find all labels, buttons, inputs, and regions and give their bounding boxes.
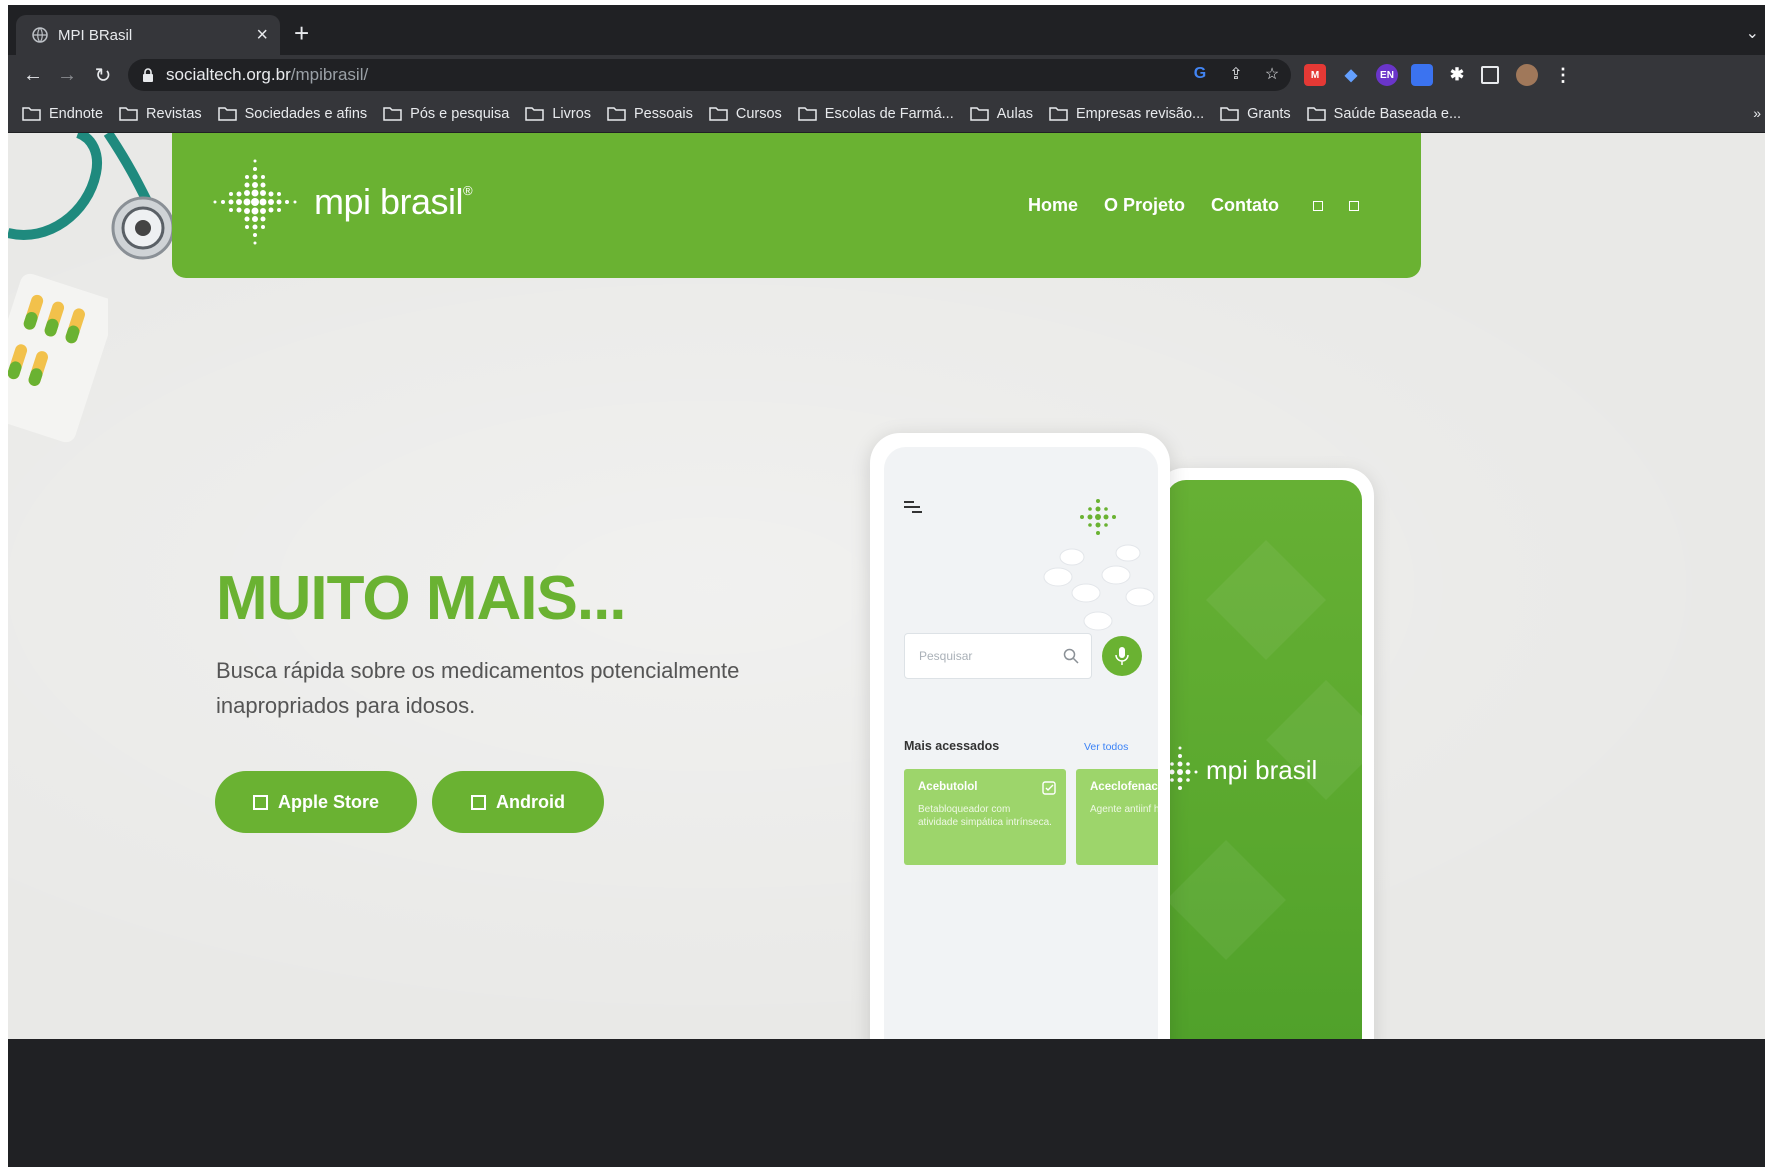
extension-red-icon[interactable]: M — [1304, 64, 1326, 86]
splash-logo: mpi brasil — [1166, 742, 1317, 798]
folder-icon — [383, 107, 402, 121]
stethoscope-image — [8, 133, 175, 260]
folder-icon — [217, 107, 237, 121]
extensions-puzzle-icon[interactable]: ✱ — [1446, 64, 1468, 86]
bookmark-item[interactable]: Grants — [1220, 106, 1291, 122]
folder-icon — [22, 107, 41, 121]
drug-card-desc: Agente antiinf hormonal(AIN — [1090, 804, 1158, 815]
folder-icon — [709, 107, 728, 121]
bookmark-item[interactable]: Empresas revisão... — [1049, 106, 1204, 122]
apple-store-button[interactable]: Apple Store — [215, 771, 417, 833]
extension-blue-icon[interactable] — [1411, 64, 1433, 86]
site-logo[interactable]: mpi brasil ® — [210, 155, 473, 249]
cross-dots-logo-icon — [1169, 746, 1198, 790]
more-bookmarks-button[interactable]: » — [1753, 105, 1761, 121]
bookmark-item[interactable]: Aulas — [969, 106, 1033, 122]
search-icon[interactable] — [1063, 648, 1079, 664]
checkbox-icon[interactable] — [1042, 781, 1056, 795]
bookmark-item[interactable]: Pessoais — [607, 106, 693, 122]
new-tab-button[interactable]: + — [294, 20, 309, 46]
profile-avatar[interactable] — [1516, 64, 1538, 86]
share-icon[interactable]: ⇪ — [1225, 63, 1247, 85]
drug-card-title: Aceclofenac — [1090, 781, 1158, 793]
see-all-link[interactable]: Ver todos — [1084, 741, 1128, 753]
google-icon[interactable]: G — [1189, 63, 1211, 85]
bookmark-item[interactable]: Saúde Baseada e... — [1306, 106, 1461, 122]
drug-card[interactable]: Acebutolol Betabloqueador com atividade … — [904, 769, 1066, 865]
registered-mark: ® — [463, 182, 473, 198]
phone-app-screen: Pesquisar Mais acessados Ver todos Acebu… — [884, 447, 1158, 1039]
url-host: socialtech.org.br — [166, 65, 291, 84]
bookmarks-bar: Endnote Revistas Sociedades e afins Pós … — [8, 95, 1765, 133]
phone-search-input[interactable]: Pesquisar — [904, 633, 1092, 679]
extension-en-icon[interactable]: EN — [1376, 64, 1398, 86]
main-nav: Home O Projeto Contato — [1028, 195, 1359, 216]
pills-blister-image — [8, 273, 108, 443]
nav-contato[interactable]: Contato — [1211, 195, 1279, 216]
nav-home[interactable]: Home — [1028, 195, 1078, 216]
microphone-button[interactable] — [1102, 636, 1142, 676]
url-path: /mpibrasil/ — [290, 65, 369, 84]
nav-square-icon[interactable] — [1349, 200, 1359, 211]
square-icon — [252, 794, 268, 810]
bookmark-item[interactable]: Escolas de Farmá... — [798, 106, 954, 122]
phone-mockup-front: Pesquisar Mais acessados Ver todos Acebu… — [870, 433, 1170, 1039]
folder-icon — [969, 107, 989, 121]
back-button[interactable]: ← — [20, 62, 46, 88]
folder-icon — [798, 107, 817, 121]
tab-strip: MPI BRasil × + ⌄ — [8, 5, 1765, 55]
microphone-icon — [1115, 647, 1129, 665]
folder-icon — [607, 107, 626, 121]
browser-window: MPI BRasil × + ⌄ ← → ↻ socialtech.org.br… — [8, 5, 1765, 1167]
folder-icon — [119, 107, 138, 121]
nav-o-projeto[interactable]: O Projeto — [1104, 195, 1185, 216]
bookmark-item[interactable]: Pós e pesquisa — [383, 106, 509, 122]
splash-logo-text: mpi brasil — [1206, 754, 1318, 785]
bookmark-item[interactable]: Cursos — [709, 106, 782, 122]
menu-dots-icon[interactable]: ⋮ — [1552, 64, 1574, 86]
side-panel-icon[interactable] — [1481, 66, 1499, 84]
folder-icon — [1220, 107, 1239, 121]
folder-icon — [1306, 107, 1326, 121]
folder-icon — [1049, 107, 1068, 121]
phone-splash-screen: mpi brasil — [1166, 480, 1362, 1039]
most-accessed-heading: Mais acessados — [904, 739, 1000, 753]
browser-toolbar: ← → ↻ socialtech.org.br /mpibrasil/ G ⇪ … — [8, 55, 1765, 95]
hero-title: MUITO MAIS... — [216, 564, 627, 633]
browser-tab[interactable]: MPI BRasil × — [16, 15, 280, 55]
phone-mockup-back: mpi brasil — [1156, 468, 1374, 1039]
folder-icon — [525, 107, 545, 121]
tab-search-chevron-icon[interactable]: ⌄ — [1746, 23, 1759, 43]
bookmark-item[interactable]: Endnote — [22, 106, 103, 122]
hamburger-menu-icon[interactable] — [904, 499, 922, 513]
extension-graduation-icon[interactable]: ◆ — [1340, 64, 1362, 86]
square-icon — [471, 794, 486, 810]
bookmark-item[interactable]: Livros — [525, 106, 591, 122]
address-bar[interactable]: socialtech.org.br /mpibrasil/ G ⇪ ☆ — [128, 59, 1291, 91]
bookmark-item[interactable]: Sociedades e afins — [217, 106, 367, 122]
bookmark-item[interactable]: Revistas — [119, 106, 202, 122]
logo-text: mpi brasil — [314, 181, 464, 222]
reload-button[interactable]: ↻ — [90, 62, 116, 88]
android-button[interactable]: Android — [432, 771, 604, 833]
pills-illustration-icon — [1043, 499, 1155, 631]
forward-button[interactable]: → — [54, 62, 80, 88]
hero-subtitle: Busca rápida sobre os medicamentos poten… — [216, 658, 740, 718]
page-viewport: mpi brasil ® Home O Projeto Contato MUIT… — [8, 133, 1765, 1039]
drug-card-title: Acebutolol — [918, 781, 978, 793]
drug-card-desc: Betabloqueador com atividade simpática i… — [918, 804, 1052, 828]
globe-icon — [32, 27, 48, 43]
close-tab-icon[interactable]: × — [256, 25, 268, 45]
lock-icon — [143, 68, 153, 82]
bookmark-star-icon[interactable]: ☆ — [1261, 63, 1283, 85]
drug-card[interactable]: Aceclofenac Agente antiinf hormonal(AIN — [1076, 769, 1158, 865]
cross-dots-logo-icon — [213, 159, 297, 245]
nav-square-icon[interactable] — [1313, 200, 1323, 211]
tab-title: MPI BRasil — [58, 26, 133, 44]
site-header: mpi brasil ® Home O Projeto Contato — [172, 133, 1421, 278]
